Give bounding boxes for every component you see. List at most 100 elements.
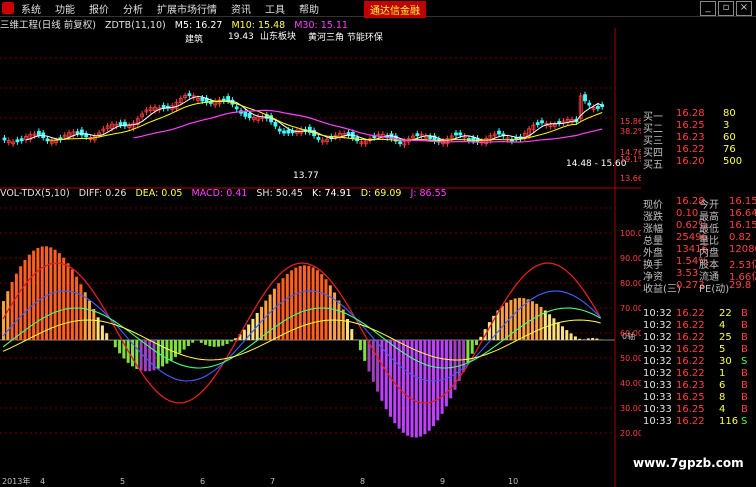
macd-bar bbox=[432, 340, 435, 427]
macd-bar bbox=[586, 338, 590, 340]
x-axis-tick: 7 bbox=[270, 477, 275, 486]
tick-price: 16.22 bbox=[676, 416, 705, 427]
order-volume: 76 bbox=[723, 144, 736, 155]
diff-value: DIFF: 0.26 bbox=[78, 188, 127, 199]
tick-time: 10:32 bbox=[643, 332, 672, 343]
macd-bar bbox=[552, 318, 556, 340]
candle-body bbox=[282, 130, 286, 134]
order-label: 买五 bbox=[643, 160, 663, 171]
tick-side: B bbox=[741, 368, 748, 379]
quote-panel: 买一 16.28 80 买二 16.25 3 买三 16.23 60 买四 16.22 76 买五 16.… bbox=[641, 108, 756, 487]
tag-construction: 建筑 bbox=[185, 33, 203, 45]
minimize-button[interactable]: _ bbox=[700, 1, 716, 16]
candle-body bbox=[15, 139, 20, 143]
candle-body bbox=[75, 131, 80, 135]
tick-row: 10:32 16.22 4 B bbox=[641, 320, 753, 332]
menu-analysis[interactable]: 分析 bbox=[116, 1, 150, 16]
macd-bar bbox=[548, 314, 552, 340]
macd-bar bbox=[376, 340, 380, 392]
macd-bar bbox=[479, 336, 483, 340]
quote-value: 12080 bbox=[729, 244, 756, 255]
macd-bar bbox=[182, 340, 186, 350]
x-axis-tick: 5 bbox=[120, 477, 125, 486]
tag-yellow-river: 黄河三角 节能环保 bbox=[308, 31, 383, 43]
macd-bar bbox=[410, 340, 414, 438]
tick-volume: 22 bbox=[719, 308, 732, 319]
tick-volume: 4 bbox=[719, 320, 726, 331]
macd-bar bbox=[569, 333, 573, 340]
quote-value: 29.8 bbox=[729, 280, 752, 291]
macd-bar bbox=[543, 310, 547, 340]
macd-bar bbox=[565, 330, 569, 340]
tick-row: 10:33 16.25 4 B bbox=[641, 404, 753, 416]
quote-value: 16.15 bbox=[729, 196, 756, 207]
quote-value: 0.10 bbox=[676, 208, 699, 219]
order-book-row: 买五 16.20 500 bbox=[641, 156, 753, 171]
candle-body bbox=[286, 129, 291, 134]
macd-bar bbox=[272, 288, 276, 340]
macd-bar bbox=[208, 340, 212, 347]
candle-body bbox=[398, 141, 403, 145]
order-price: 16.25 bbox=[676, 120, 705, 131]
macd-value: MACD: 0.41 bbox=[191, 188, 248, 199]
macd-bar bbox=[100, 325, 104, 340]
tick-volume: 5 bbox=[719, 344, 726, 355]
quote-row: 外盘13416内盘12080 bbox=[641, 244, 756, 259]
kline-chart[interactable]: 建筑 19.43 山东板块 黄河三角 节能环保 13.77 14.48 - 15… bbox=[0, 28, 641, 487]
candle-body bbox=[273, 122, 278, 127]
macd-bar bbox=[165, 340, 169, 364]
indicator-axis-tick: 100.00 bbox=[620, 229, 641, 238]
quote-row: 涨幅 0.62% 最低 16.15 bbox=[641, 220, 756, 235]
order-price: 16.20 bbox=[676, 156, 705, 167]
menu-tools[interactable]: 工具 bbox=[258, 1, 292, 16]
macd-bar bbox=[66, 263, 70, 340]
pct-tick-1: 38.2% bbox=[620, 127, 641, 136]
macd-bar bbox=[281, 278, 285, 340]
macd-bar bbox=[371, 340, 375, 382]
macd-bar bbox=[320, 274, 324, 340]
macd-bar bbox=[10, 282, 14, 340]
macd-bar bbox=[62, 257, 66, 340]
tick-price: 16.25 bbox=[676, 404, 705, 415]
k-value: K: 74.91 bbox=[312, 188, 352, 199]
macd-bar bbox=[212, 340, 216, 347]
order-price: 16.28 bbox=[676, 108, 705, 119]
order-volume: 80 bbox=[723, 108, 736, 119]
macd-bar bbox=[341, 309, 345, 340]
macd-bar bbox=[315, 270, 319, 340]
x-axis-tick: 4 bbox=[40, 477, 45, 486]
menu-help[interactable]: 帮助 bbox=[292, 1, 326, 16]
candle-body bbox=[596, 106, 600, 109]
close-button[interactable]: × bbox=[736, 1, 752, 16]
macd-bar bbox=[83, 292, 87, 340]
watermark: www.7gpzb.com bbox=[633, 456, 744, 470]
macd-bar bbox=[221, 340, 225, 346]
macd-bar bbox=[161, 340, 165, 367]
macd-bar bbox=[582, 339, 586, 340]
candle-body bbox=[583, 94, 587, 102]
menu-function[interactable]: 功能 bbox=[48, 1, 82, 16]
tick-price: 16.22 bbox=[676, 368, 705, 379]
macd-bar bbox=[384, 340, 388, 410]
tick-price: 16.23 bbox=[676, 380, 705, 391]
macd-bar bbox=[70, 269, 74, 340]
maximize-button[interactable]: ▫ bbox=[718, 1, 734, 16]
candle-body bbox=[428, 135, 433, 140]
macd-bar bbox=[595, 338, 599, 340]
candle-body bbox=[458, 132, 463, 136]
menu-system[interactable]: 系统 bbox=[14, 1, 48, 16]
tick-side: B bbox=[741, 320, 748, 331]
menu-quote[interactable]: 报价 bbox=[82, 1, 116, 16]
order-book-row: 买四 16.22 76 bbox=[641, 144, 753, 159]
menu-info[interactable]: 资讯 bbox=[224, 1, 258, 16]
broker-badge[interactable]: 通达信金融 bbox=[364, 1, 426, 18]
x-axis-tick: 9 bbox=[440, 477, 445, 486]
tick-row: 10:32 16.22 22 B bbox=[641, 308, 753, 320]
indicator-axis: 100.00 90.00 80.00 70.00 60.00 50.00 40.00 30.0… bbox=[620, 229, 641, 438]
macd-bar bbox=[561, 326, 564, 340]
menu-extended-market[interactable]: 扩展市场行情 bbox=[150, 1, 224, 16]
ma10-line bbox=[47, 100, 603, 141]
macd-bar bbox=[242, 329, 246, 340]
tick-time: 10:33 bbox=[643, 392, 672, 403]
tick-row: 10:33 16.25 8 B bbox=[641, 392, 753, 404]
